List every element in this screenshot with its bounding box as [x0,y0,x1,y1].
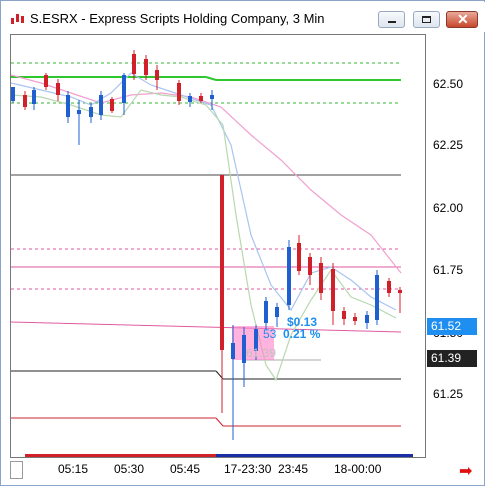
y-tick-2: 62.25 [433,138,464,152]
minimize-icon [388,21,396,23]
y-tick-4: 61.75 [433,263,464,277]
x-tick-5: 23:45 [278,462,309,476]
x-tick-3: 05:45 [170,462,201,476]
percent-prefix: 53 [263,327,277,341]
y-tick-1: 62.50 [433,77,464,91]
time-axis: 05:15 05:30 05:45 17-23:30 23:45 18-00:0… [10,458,426,479]
y-tick-3: 62.00 [433,201,464,215]
x-tick-1: 05:15 [58,462,89,476]
minimize-button[interactable] [378,11,405,28]
candles [11,50,402,440]
scroll-left-box[interactable] [10,461,23,479]
restore-button[interactable] [413,11,440,28]
close-icon: ✕ [457,11,469,27]
price-chart[interactable]: $0.13 53 0.21 % 61.39 [10,34,426,458]
hidden-price-label: 61.39 [246,346,277,360]
chart-canvas [11,50,413,457]
restore-icon [422,16,431,23]
arrow-right-icon[interactable]: ➡ [459,461,472,481]
reference-price-box: 61.39 [427,350,477,367]
x-tick-4: 17-23:30 [224,462,272,476]
y-tick-6: 61.25 [433,387,464,401]
percent-annotation: 0.21 % [283,327,321,341]
x-tick-6: 18-00:00 [334,462,382,476]
window-title: S.ESRX - Express Scripts Holding Company… [30,11,325,26]
last-price-box: 61.52 [427,318,477,335]
x-tick-2: 05:30 [114,462,145,476]
title-bar[interactable]: S.ESRX - Express Scripts Holding Company… [2,2,485,32]
chart-window: S.ESRX - Express Scripts Holding Company… [0,0,485,486]
close-button[interactable]: ✕ [446,11,478,28]
app-icon [11,14,24,24]
